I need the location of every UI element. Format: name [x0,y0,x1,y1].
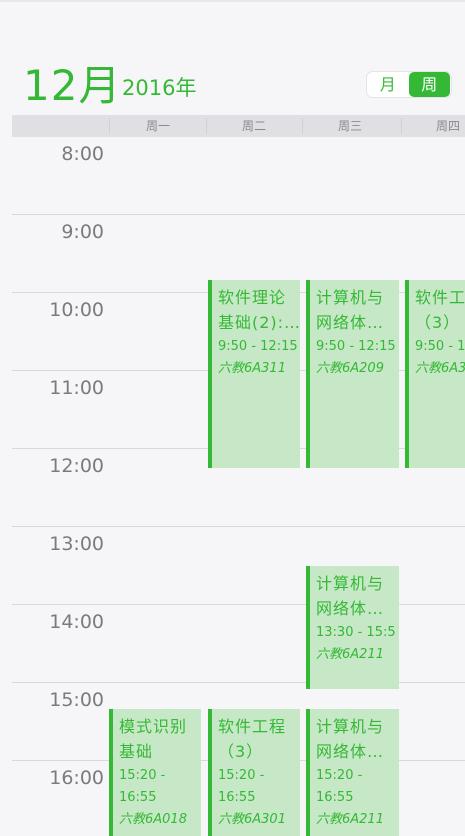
month-title: 12月 [23,61,122,110]
event-time: 13:30 - 15:5 [316,625,396,640]
event-title: 计算机与 [316,717,385,736]
month-view-button[interactable]: 月 [367,72,409,97]
hour-label: 10:00 [49,299,104,321]
weekday-tue: 周二 [241,119,266,133]
hour-label: 15:00 [49,689,104,711]
event-time: 9:50 - 12:15 [218,339,298,354]
hour-line [12,214,465,215]
event-title: 网络体… [316,599,385,618]
hour-label: 11:00 [49,377,104,399]
event-card-tue-late[interactable]: 软件工程 （3） 15:20 - 16:55 六教6A301 [208,709,300,836]
event-room: 六教6A211 [316,812,384,827]
hour-label: 13:00 [49,533,104,555]
event-room: 六教6A209 [316,361,384,376]
event-card-wed-afternoon[interactable]: 计算机与 网络体… 13:30 - 15:5 六教6A211 [306,566,399,689]
event-title: （3） [218,742,264,761]
event-title: 软件工 [415,288,465,307]
event-card-wed-morning[interactable]: 计算机与 网络体… 9:50 - 12:15 六教6A209 [306,280,399,468]
event-room: 六教6A311 [218,361,286,376]
event-room: 六教6A301 [218,812,286,827]
event-title: 基础 [119,742,154,761]
hour-line [12,526,465,527]
week-view-button[interactable]: 周 [408,72,450,97]
weekday-thu: 周四 [435,119,460,133]
weekday-divider [109,118,110,134]
hour-label: 8:00 [61,143,104,165]
event-time: 15:20 - [119,768,166,783]
event-title: 网络体… [316,313,385,332]
event-time: 16:55 [316,790,354,805]
weekday-mon: 周一 [145,119,170,133]
event-room: 六教6A3 [415,361,465,376]
event-title: 软件工程 [218,717,287,736]
event-title: 软件理论 [218,288,287,307]
weekday-divider [302,118,303,134]
weekday-divider [206,118,207,134]
event-time: 15:20 - [218,768,265,783]
weekday-divider [401,118,402,134]
view-toggle: 月 周 [367,72,451,97]
hour-label: 14:00 [49,611,104,633]
hour-label: 16:00 [49,767,104,789]
event-title: 模式识别 [119,717,188,736]
event-time: 9:50 - 12:15 [316,339,396,354]
event-title: 计算机与 [316,574,385,593]
event-time: 16:55 [119,790,157,805]
event-title: 基础(2):… [218,313,300,332]
event-time: 16:55 [218,790,256,805]
event-title: （3） [415,313,461,332]
event-card-thu-morning[interactable]: 软件工 （3） 9:50 - 1 六教6A3 [405,280,465,468]
event-room: 六教6A211 [316,647,384,662]
event-room: 六教6A018 [119,812,187,827]
event-time: 15:20 - [316,768,363,783]
event-card-mon-late[interactable]: 模式识别 基础 15:20 - 16:55 六教6A018 [109,709,201,836]
year-title: 2016年 [122,76,197,100]
weekday-wed: 周三 [337,119,362,133]
event-time: 9:50 - 1 [415,339,465,354]
event-card-tue-morning[interactable]: 软件理论 基础(2):… 9:50 - 12:15 六教6A311 [208,280,300,468]
top-divider [0,0,465,2]
weekday-header: 周一 周二 周三 周四 [12,115,465,137]
event-title: 计算机与 [316,288,385,307]
event-card-wed-late[interactable]: 计算机与 网络体… 15:20 - 16:55 六教6A211 [306,709,399,836]
hour-label: 9:00 [61,221,104,243]
hour-label: 12:00 [49,455,104,477]
event-title: 网络体… [316,742,385,761]
